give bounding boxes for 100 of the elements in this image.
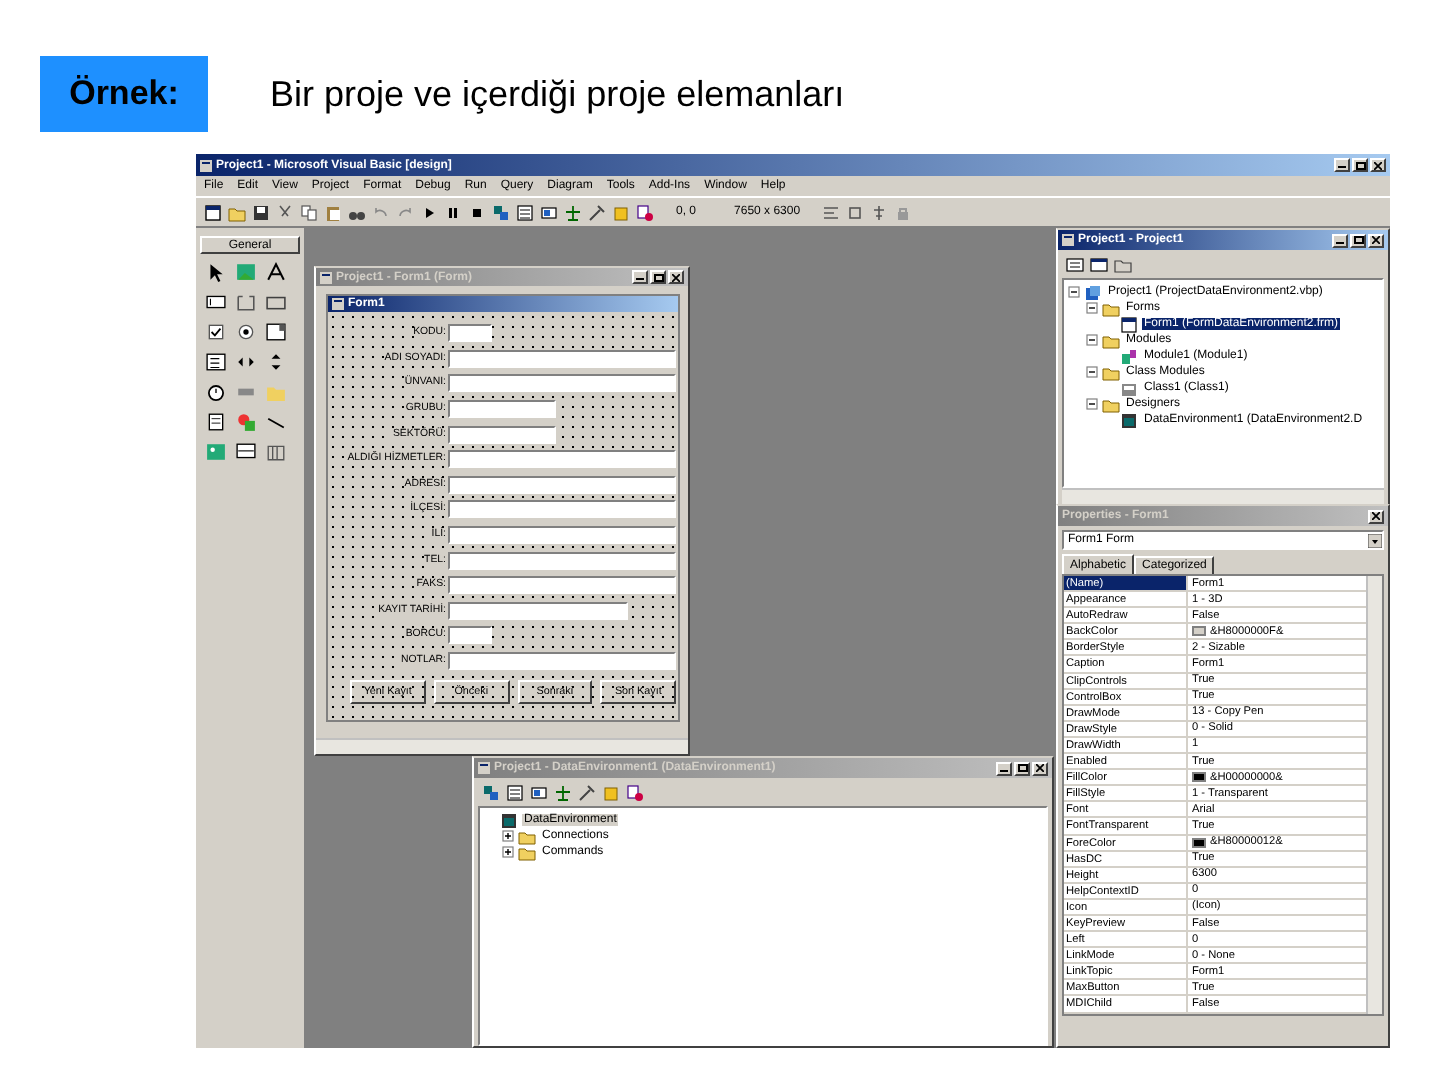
- view-object-icon[interactable]: [1090, 255, 1108, 273]
- folder-icon[interactable]: [1114, 255, 1132, 273]
- image-icon[interactable]: [206, 442, 226, 462]
- close-button[interactable]: [1368, 509, 1384, 523]
- text-field[interactable]: [448, 576, 676, 595]
- expand-icon[interactable]: [502, 846, 514, 858]
- text-field[interactable]: [448, 500, 676, 519]
- text-field[interactable]: [448, 425, 556, 444]
- project-icon[interactable]: [492, 203, 510, 221]
- copy-icon[interactable]: [300, 203, 318, 221]
- line-icon[interactable]: [266, 412, 286, 432]
- minimize-button[interactable]: [1334, 158, 1350, 172]
- save-icon[interactable]: [252, 203, 270, 221]
- collapse-icon[interactable]: [1086, 302, 1098, 314]
- slide-title: Bir proje ve içerdiği proje elemanları: [270, 73, 845, 115]
- cut-icon[interactable]: [276, 203, 294, 221]
- window-icon: [478, 762, 490, 774]
- close-button[interactable]: [1032, 761, 1048, 775]
- collapse-icon[interactable]: [1086, 398, 1098, 410]
- layout-icon[interactable]: [540, 203, 558, 221]
- collapse-icon[interactable]: [1068, 286, 1080, 298]
- shape-icon[interactable]: [236, 412, 256, 432]
- checkbox-icon[interactable]: [206, 322, 226, 342]
- designer-icon: [500, 811, 518, 829]
- project-icon: [1084, 283, 1102, 301]
- maximize-icon: [1017, 764, 1027, 772]
- stop-icon[interactable]: [468, 203, 486, 221]
- form-icon[interactable]: [204, 203, 222, 221]
- maximize-icon: [1355, 161, 1365, 169]
- pointer-icon[interactable]: [206, 262, 226, 282]
- close-icon: [1036, 764, 1044, 772]
- label-icon[interactable]: [266, 262, 286, 282]
- text-field[interactable]: [448, 551, 676, 570]
- maximize-icon: [653, 273, 663, 281]
- align-icon[interactable]: [822, 203, 841, 221]
- expand-icon[interactable]: [502, 830, 514, 842]
- maximize-button[interactable]: [1350, 233, 1366, 247]
- minimize-icon: [1000, 765, 1008, 771]
- text-field[interactable]: [448, 626, 492, 645]
- window-icon: [200, 159, 212, 171]
- radio-icon[interactable]: [236, 322, 256, 342]
- text-field[interactable]: [448, 450, 676, 469]
- scrollbar[interactable]: [1062, 488, 1384, 504]
- frame-icon[interactable]: [236, 292, 256, 312]
- scrollbar[interactable]: [316, 738, 688, 754]
- close-icon: [672, 273, 680, 281]
- text-field[interactable]: [448, 324, 492, 343]
- module-icon: [1120, 347, 1138, 365]
- close-button[interactable]: [668, 270, 684, 284]
- text-field[interactable]: [448, 601, 628, 620]
- form-icon: [1120, 315, 1138, 333]
- paste-icon[interactable]: [324, 203, 342, 221]
- properties-icon[interactable]: [506, 783, 524, 801]
- minimize-button[interactable]: [1332, 233, 1348, 247]
- close-button[interactable]: [1368, 233, 1384, 247]
- hscroll-icon[interactable]: [236, 352, 256, 372]
- tools-icon[interactable]: [588, 203, 606, 221]
- center-icon[interactable]: [870, 203, 889, 221]
- file-icon[interactable]: [206, 412, 226, 432]
- pause-icon[interactable]: [444, 203, 462, 221]
- command-icon[interactable]: [266, 292, 286, 312]
- minimize-button[interactable]: [632, 270, 648, 284]
- project-icon[interactable]: [482, 783, 500, 801]
- minimize-icon: [1338, 162, 1346, 168]
- timer-icon[interactable]: [206, 382, 226, 402]
- maximize-button[interactable]: [1352, 158, 1368, 172]
- scrollbar[interactable]: [1366, 576, 1382, 1014]
- maximize-button[interactable]: [650, 270, 666, 284]
- combo-icon[interactable]: [266, 322, 286, 342]
- play-icon[interactable]: [420, 203, 438, 221]
- text-field[interactable]: [448, 400, 556, 419]
- example-label: Örnek:: [40, 56, 208, 132]
- close-icon: [1372, 512, 1380, 520]
- text-field[interactable]: [448, 349, 676, 368]
- tree-icon[interactable]: [554, 783, 572, 801]
- close-button[interactable]: [1370, 158, 1386, 172]
- text-field[interactable]: [448, 374, 676, 393]
- view-code-icon[interactable]: [1066, 255, 1084, 273]
- textbox-icon[interactable]: [206, 292, 226, 312]
- class-icon: [1120, 379, 1138, 397]
- vscroll-icon[interactable]: [266, 352, 286, 372]
- collapse-icon[interactable]: [1086, 334, 1098, 346]
- collapse-icon[interactable]: [1086, 366, 1098, 378]
- size-icon[interactable]: [846, 203, 865, 221]
- layout-icon[interactable]: [530, 783, 548, 801]
- text-field[interactable]: [448, 526, 676, 545]
- text-field[interactable]: [448, 652, 676, 671]
- minimize-button[interactable]: [996, 761, 1012, 775]
- maximize-button[interactable]: [1014, 761, 1030, 775]
- properties-icon[interactable]: [516, 203, 534, 221]
- close-icon: [1374, 161, 1382, 169]
- minimize-icon: [636, 274, 644, 280]
- maximize-icon: [1353, 236, 1363, 244]
- dropdown-arrow-icon[interactable]: [1368, 533, 1382, 547]
- text-field[interactable]: [448, 475, 676, 494]
- listbox-icon[interactable]: [206, 352, 226, 372]
- tree-icon[interactable]: [564, 203, 582, 221]
- window-icon: [1062, 234, 1074, 246]
- designer-icon: [1120, 411, 1138, 429]
- tools-icon[interactable]: [578, 783, 596, 801]
